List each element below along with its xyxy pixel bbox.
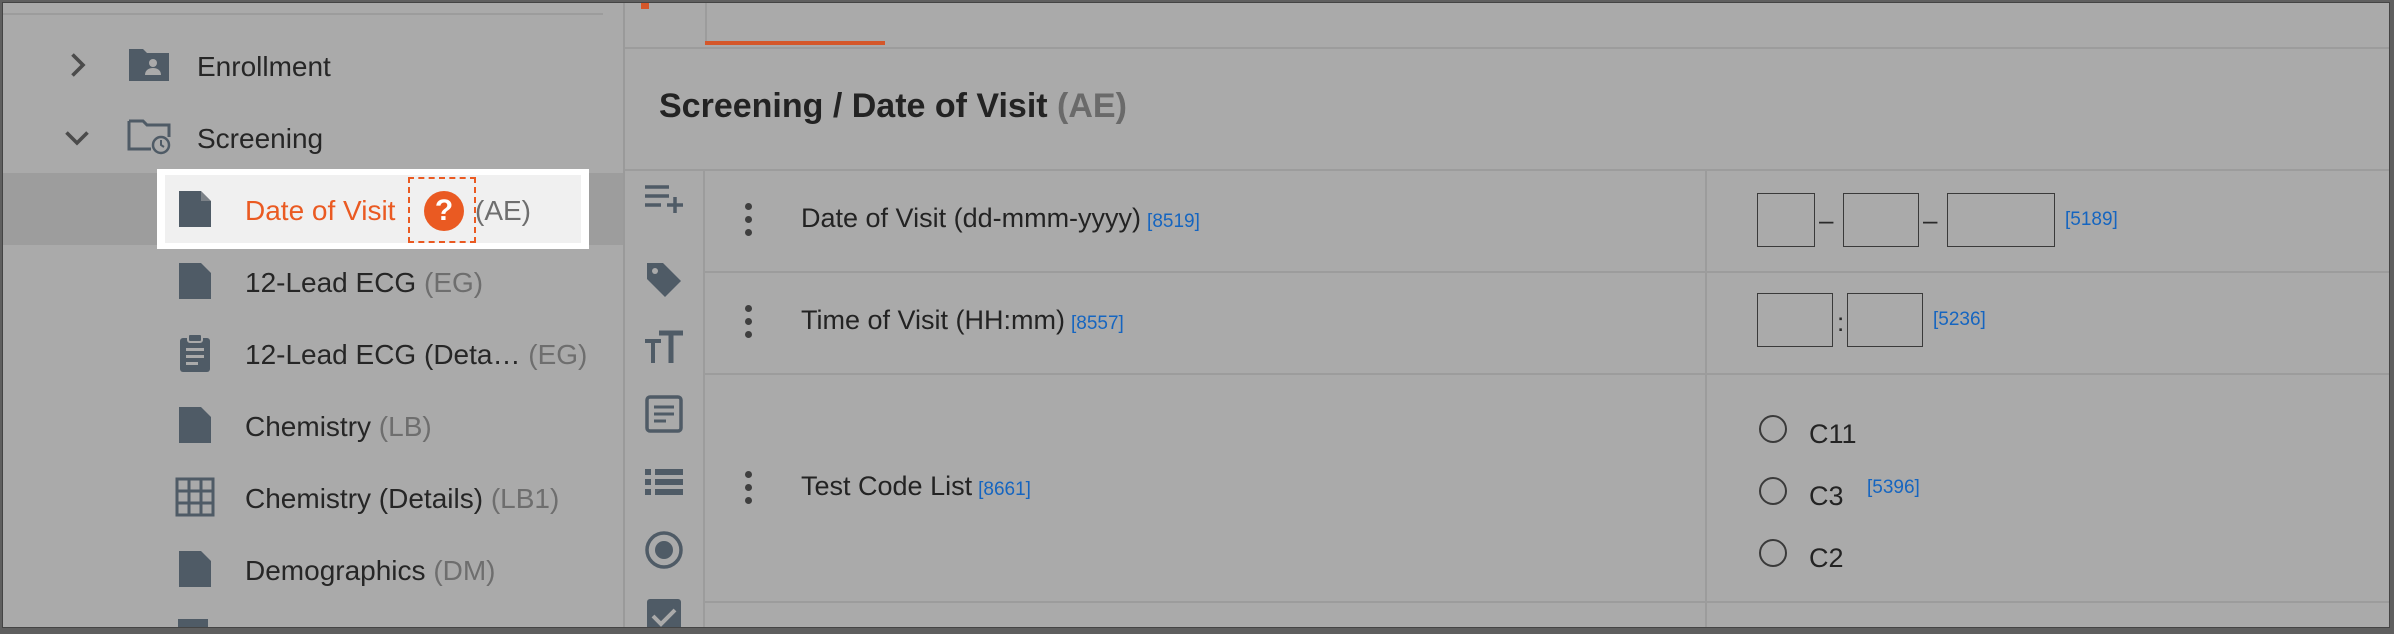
question-label: Time of Visit (HH:mm) [8557] bbox=[801, 305, 1124, 335]
question-code[interactable]: [8557] bbox=[1071, 313, 1124, 334]
form-label: Date of Visit bbox=[245, 195, 396, 226]
minute-input[interactable] bbox=[1847, 293, 1923, 347]
drag-handle-icon[interactable] bbox=[743, 471, 753, 505]
question-row-test-code-list[interactable]: Test Code List [8661] C11 C3 [5396] C2 bbox=[705, 373, 2389, 603]
document-icon bbox=[179, 551, 211, 587]
radio-label: C11 bbox=[1809, 419, 1857, 449]
drag-handle-icon[interactable] bbox=[743, 203, 753, 237]
folder-clock-icon bbox=[127, 119, 171, 155]
text-size-icon[interactable] bbox=[643, 327, 685, 369]
help-icon[interactable]: ? bbox=[424, 191, 464, 231]
radio-label: C2 bbox=[1809, 543, 1844, 573]
folder-user-icon bbox=[129, 49, 169, 81]
question-label: Test Code List [8661] bbox=[801, 471, 1031, 501]
chevron-down-icon[interactable] bbox=[59, 119, 95, 155]
folder-label: Screening bbox=[197, 123, 324, 154]
app-window: Enrollment Screening Date of Visit (AE) … bbox=[2, 2, 2390, 628]
sidebar-divider bbox=[3, 13, 603, 15]
date-separator: – bbox=[1923, 205, 1938, 235]
form-item-chemistry-details[interactable]: Chemistry (Details) (LB1) bbox=[3, 461, 623, 533]
folder-screening[interactable]: Screening bbox=[3, 101, 623, 173]
tab-marker bbox=[641, 3, 649, 9]
field-code[interactable]: [5236] bbox=[1933, 309, 1986, 331]
field-code[interactable]: [5189] bbox=[2065, 209, 2118, 231]
form-label: Demographics (DM) bbox=[245, 555, 496, 586]
document-icon bbox=[179, 263, 211, 299]
page-title: Screening / Date of Visit (AE) bbox=[659, 87, 1127, 125]
radio-option-c2[interactable] bbox=[1759, 539, 1787, 567]
form-item-date-of-visit[interactable]: Date of Visit (AE) bbox=[3, 173, 623, 245]
form-item-12-lead-ecg-details[interactable]: 12-Lead ECG (Deta… (EG) bbox=[3, 317, 623, 389]
question-code[interactable]: [8519] bbox=[1147, 211, 1200, 232]
form-label: Chemistry (LB) bbox=[245, 411, 432, 442]
form-label: 12-Lead ECG (EG) bbox=[245, 267, 484, 298]
clipboard-icon bbox=[180, 333, 210, 372]
form-item-demographics[interactable]: Demographics (DM) bbox=[3, 533, 623, 605]
text-area-icon[interactable] bbox=[643, 393, 685, 435]
drag-handle-icon[interactable] bbox=[743, 305, 753, 339]
day-input[interactable] bbox=[1757, 193, 1815, 247]
form-item-chemistry[interactable]: Chemistry (LB) bbox=[3, 389, 623, 461]
year-input[interactable] bbox=[1947, 193, 2055, 247]
field-code[interactable]: [5396] bbox=[1867, 477, 1920, 499]
grid-icon bbox=[175, 477, 215, 517]
folder-label: Enrollment bbox=[197, 51, 331, 82]
form-editor: Screening / Date of Visit (AE) Date of V… bbox=[623, 3, 2389, 627]
form-tree-sidebar: Enrollment Screening Date of Visit (AE) … bbox=[3, 3, 623, 627]
question-row-date[interactable]: Date of Visit (dd-mmm-yyyy) [8519] – – [5… bbox=[705, 171, 2389, 273]
date-separator: – bbox=[1819, 205, 1834, 235]
field-toolbar bbox=[625, 171, 705, 628]
form-item-12-lead-ecg[interactable]: 12-Lead ECG (EG) bbox=[3, 245, 623, 317]
question-row-time[interactable]: Time of Visit (HH:mm) [8557] : [5236] bbox=[705, 271, 2389, 375]
tag-icon[interactable] bbox=[643, 259, 685, 301]
list-icon[interactable] bbox=[643, 461, 685, 503]
month-input[interactable] bbox=[1843, 193, 1919, 247]
radio-option-c11[interactable] bbox=[1759, 415, 1787, 443]
radio-button-icon[interactable] bbox=[643, 529, 685, 571]
document-icon bbox=[179, 407, 211, 443]
form-abbr: (AE) bbox=[475, 195, 531, 226]
document-icon bbox=[179, 191, 211, 227]
tab-divider bbox=[705, 3, 707, 45]
question-label: Date of Visit (dd-mmm-yyyy) [8519] bbox=[801, 203, 1200, 233]
form-label: Chemistry (Details) (LB1) bbox=[245, 483, 560, 514]
question-code[interactable]: [8661] bbox=[978, 479, 1031, 500]
radio-label: C3 bbox=[1809, 481, 1844, 511]
radio-option-c3[interactable] bbox=[1759, 477, 1787, 505]
form-label: 12-Lead ECG (Deta… (EG) bbox=[245, 339, 588, 370]
help-target-outline[interactable]: ? bbox=[408, 177, 476, 243]
add-row-icon[interactable] bbox=[643, 177, 685, 219]
tab-bar bbox=[625, 3, 2389, 49]
question-grid: Date of Visit (dd-mmm-yyyy) [8519] – – [5… bbox=[705, 171, 2389, 627]
hour-input[interactable] bbox=[1757, 293, 1833, 347]
checkbox-icon[interactable] bbox=[643, 595, 685, 628]
chevron-right-icon[interactable] bbox=[59, 47, 95, 83]
folder-enrollment[interactable]: Enrollment bbox=[3, 29, 623, 101]
tab-active-indicator[interactable] bbox=[705, 41, 885, 45]
time-separator: : bbox=[1837, 307, 1845, 337]
document-icon bbox=[178, 619, 208, 627]
